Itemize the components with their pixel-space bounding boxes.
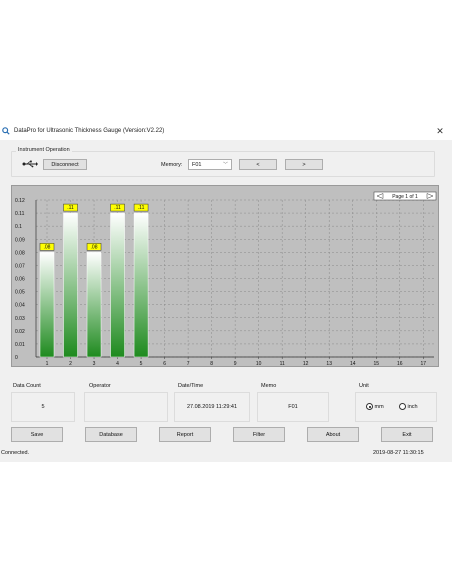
report-button[interactable]: Report <box>159 427 211 442</box>
y-tick-label: 0.09 <box>15 237 25 243</box>
unit-mm-label: mm <box>374 403 384 410</box>
y-tick-label: 0.05 <box>15 290 25 296</box>
x-tick-label: 13 <box>326 361 332 367</box>
x-tick-label: 16 <box>397 361 403 367</box>
operator-field[interactable] <box>84 392 168 422</box>
memo-value: F01 <box>288 404 298 410</box>
memory-label: Memory: <box>161 162 183 168</box>
close-icon[interactable]: ✕ <box>434 124 446 138</box>
x-tick-label: 11 <box>280 361 285 367</box>
data-count-field: 5 <box>11 392 75 422</box>
status-bar: Connected. 2019-08-27 11:30:15 <box>0 448 452 460</box>
unit-mm-radio[interactable] <box>366 403 373 410</box>
y-tick-label: 0.12 <box>15 198 25 204</box>
unit-inch-label: inch <box>407 403 418 410</box>
unit-mm-option[interactable]: mm <box>366 403 384 410</box>
data-label: .11 <box>114 205 121 211</box>
x-tick-label: 8 <box>210 361 213 367</box>
save-button[interactable]: Save <box>11 427 63 442</box>
app-icon <box>2 127 10 135</box>
datetime-caption: Date/Time <box>178 383 204 389</box>
x-tick-label: 4 <box>116 361 119 367</box>
y-tick-label: 0.06 <box>15 277 25 283</box>
memory-select-value: F01 <box>192 161 202 168</box>
thickness-bar-chart: 0 0.01 0.02 0.03 0.04 0.05 0.06 0.07 0.08 0.09 0.1… <box>15 191 437 367</box>
disconnect-button[interactable]: Disconnect <box>43 159 87 170</box>
x-tick-label: 9 <box>234 361 237 367</box>
exit-button[interactable]: Exit <box>381 427 433 442</box>
y-tick-label: 0.07 <box>15 263 25 269</box>
datetime-value: 27.08.2019 11:29:41 <box>186 404 238 410</box>
title-bar: DataPro for Ultrasonic Thickness Gauge (… <box>0 124 452 138</box>
x-tick-label: 5 <box>140 361 143 367</box>
x-tick-label: 6 <box>163 361 166 367</box>
chevron-down-icon: ﹀ <box>222 162 228 168</box>
bar <box>39 252 55 358</box>
next-memory-button[interactable]: > <box>285 159 323 170</box>
x-tick-label: 3 <box>93 361 96 367</box>
about-button[interactable]: About <box>307 427 359 442</box>
unit-inch-option[interactable]: inch <box>399 403 418 410</box>
y-tick-label: 0 <box>15 355 18 361</box>
bar <box>133 212 149 358</box>
x-tick-label: 10 <box>256 361 262 367</box>
instrument-operation-label: Instrument Operation <box>16 147 72 153</box>
datetime-field: 27.08.2019 11:29:41 <box>174 392 250 422</box>
page-indicator: Page 1 of 1 <box>392 194 418 200</box>
y-tick-label: 0.03 <box>15 316 25 322</box>
database-button[interactable]: Database <box>85 427 137 442</box>
x-tick-label: 2 <box>69 361 72 367</box>
data-count-caption: Data Count <box>13 383 41 389</box>
unit-caption: Unit <box>359 383 369 389</box>
data-label: .11 <box>138 205 145 211</box>
window-title: DataPro for Ultrasonic Thickness Gauge (… <box>14 128 165 134</box>
memory-select[interactable]: F01 ﹀ <box>188 159 232 170</box>
bar <box>63 212 78 358</box>
prev-memory-button[interactable]: < <box>239 159 277 170</box>
data-label: .08 <box>44 244 51 250</box>
data-count-value: 5 <box>41 404 45 410</box>
x-tick-label: 17 <box>421 361 427 367</box>
operator-caption: Operator <box>89 383 111 389</box>
memo-caption: Memo <box>261 383 277 389</box>
bar <box>86 252 102 358</box>
y-tick-label: 0.11 <box>15 211 25 217</box>
unit-inch-radio[interactable] <box>399 403 406 410</box>
y-tick-label: 0.08 <box>15 250 25 256</box>
x-tick-label: 1 <box>46 361 49 367</box>
y-tick-label: 0.01 <box>15 342 25 348</box>
x-tick-label: 15 <box>373 361 379 367</box>
connection-status: Connected. <box>1 450 30 456</box>
data-label: .11 <box>67 205 74 211</box>
usb-icon <box>22 160 38 168</box>
data-label: .08 <box>91 244 98 250</box>
window-body: Instrument Operation Disconnect Memory: … <box>0 140 452 462</box>
x-tick-label: 12 <box>303 361 309 367</box>
status-timestamp: 2019-08-27 11:30:15 <box>373 450 424 456</box>
chart-panel: 0 0.01 0.02 0.03 0.04 0.05 0.06 0.07 0.08 0.09 0.1… <box>11 185 439 367</box>
x-tick-label: 7 <box>187 361 190 367</box>
filter-button[interactable]: Filter <box>233 427 285 442</box>
bar <box>110 212 125 358</box>
memo-field[interactable]: F01 <box>257 392 329 422</box>
y-tick-label: 0.04 <box>15 303 25 309</box>
x-tick-label: 14 <box>350 361 356 367</box>
y-tick-label: 0.02 <box>15 329 25 335</box>
unit-field: mm inch <box>355 392 437 422</box>
y-tick-label: 0.1 <box>15 224 22 230</box>
